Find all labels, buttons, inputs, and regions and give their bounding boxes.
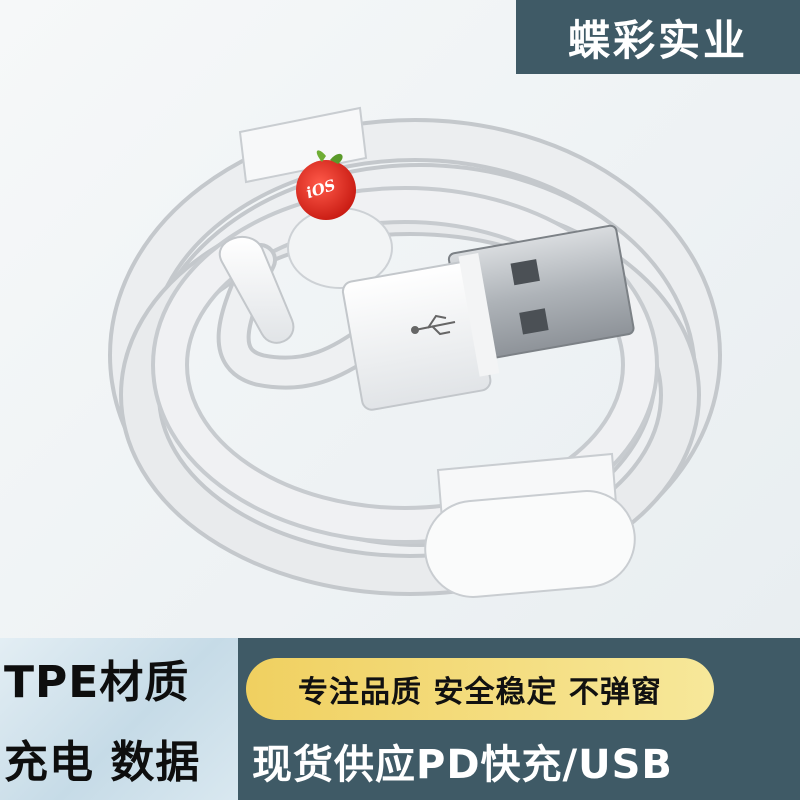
brand-name: 蝶彩实业 (567, 15, 748, 65)
function-label: 充电 数据 (4, 737, 201, 788)
quality-label: 专注品质 安全稳定 不弹窗 (298, 675, 662, 710)
brand-banner: 蝶彩实业 (516, 0, 800, 74)
cable-clip-bottom (424, 452, 636, 598)
material-label: TPE材质 (4, 657, 190, 708)
quality-pill: 专注品质 安全稳定 不弹窗 (246, 658, 714, 720)
cable-wrap-disc (287, 207, 393, 289)
supply-label: 现货供应PD快充/USB (252, 742, 673, 788)
